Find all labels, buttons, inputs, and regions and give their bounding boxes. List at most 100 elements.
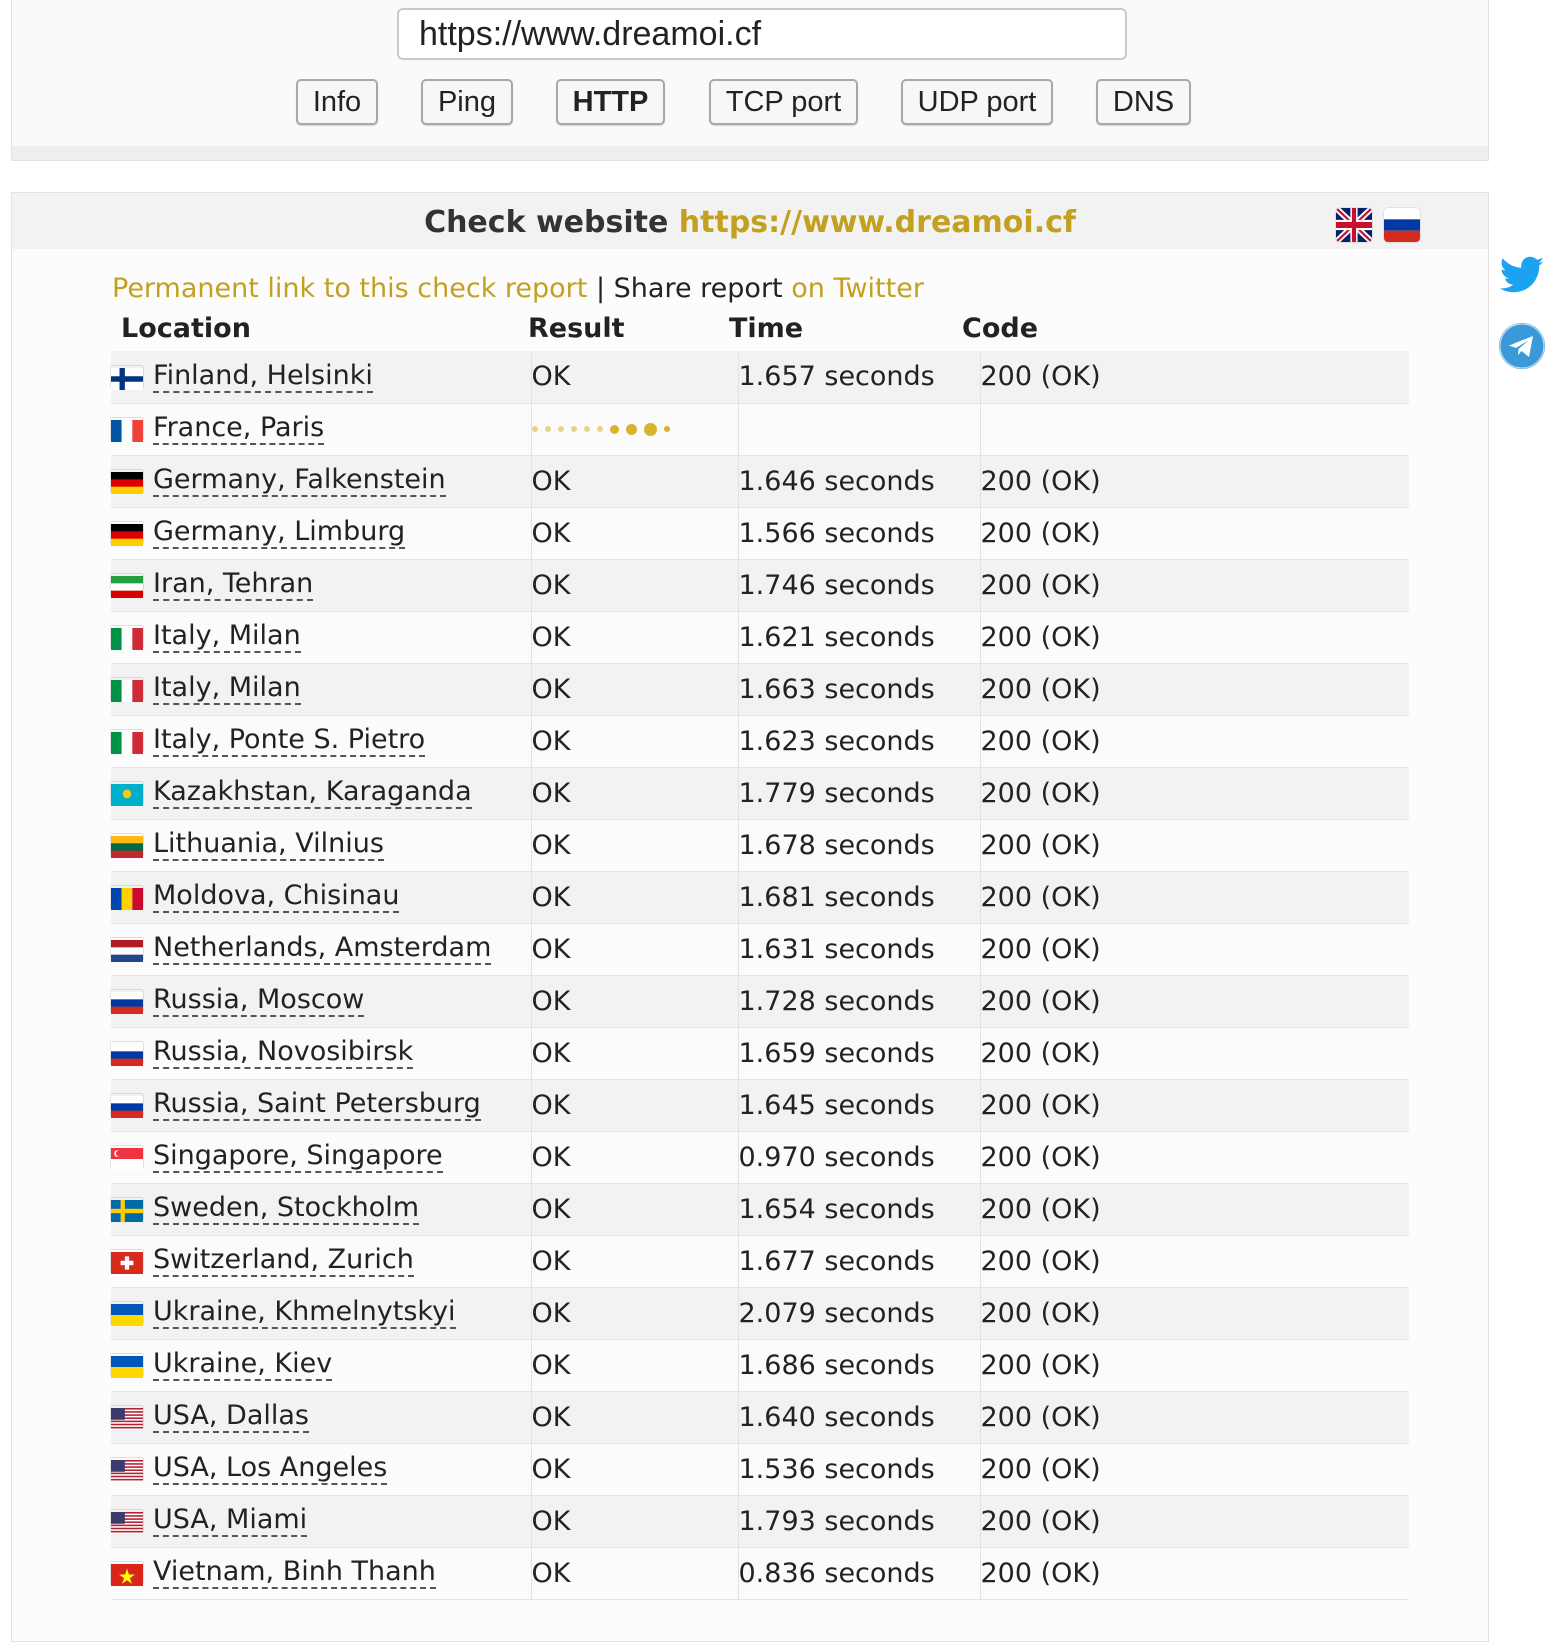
us-flag-icon [111, 1458, 143, 1482]
twitter-icon[interactable] [1498, 252, 1546, 300]
location-link[interactable]: Ukraine, Kiev [153, 1349, 333, 1381]
loading-dot [625, 423, 637, 435]
result-cell: OK [530, 351, 738, 404]
http-button[interactable]: HTTP [556, 79, 665, 125]
location-link[interactable]: Sweden, Stockholm [153, 1193, 420, 1225]
table-row: Lithuania, Vilnius OK 1.678 seconds 200 … [111, 819, 1409, 872]
location-link[interactable]: Iran, Tehran [153, 569, 314, 601]
location-link[interactable]: Italy, Milan [153, 621, 301, 653]
code-cell: 200 (OK) [979, 819, 1409, 872]
code-cell: 200 (OK) [979, 351, 1409, 404]
result-cell: OK [530, 1391, 738, 1444]
loading-dot [544, 426, 551, 432]
result-cell: OK [530, 663, 738, 716]
result-cell: OK [530, 715, 738, 768]
table-row: Kazakhstan, Karaganda OK 1.779 seconds 2… [111, 767, 1409, 820]
se-flag-icon [111, 1198, 143, 1222]
location-link[interactable]: Germany, Limburg [153, 517, 406, 549]
code-cell: 200 (OK) [979, 1495, 1409, 1548]
location-link[interactable]: USA, Dallas [153, 1401, 309, 1433]
table-row: Ukraine, Kiev OK 1.686 seconds 200 (OK) [111, 1339, 1409, 1392]
udp-port-button[interactable]: UDP port [901, 79, 1053, 125]
location-link[interactable]: USA, Los Angeles [153, 1453, 388, 1485]
table-row: Sweden, Stockholm OK 1.654 seconds 200 (… [111, 1183, 1409, 1236]
location-cell: Singapore, Singapore [111, 1131, 531, 1184]
time-cell [737, 403, 980, 456]
time-cell: 1.677 seconds [737, 1235, 980, 1288]
location-link[interactable]: Kazakhstan, Karaganda [153, 777, 472, 809]
code-cell [979, 403, 1409, 456]
code-cell: 200 (OK) [979, 1079, 1409, 1132]
table-row: USA, Dallas OK 1.640 seconds 200 (OK) [111, 1391, 1409, 1444]
time-cell: 1.623 seconds [737, 715, 980, 768]
location-link[interactable]: Netherlands, Amsterdam [153, 933, 492, 965]
ping-button[interactable]: Ping [421, 79, 513, 125]
dns-button[interactable]: DNS [1096, 79, 1191, 125]
code-cell: 200 (OK) [979, 923, 1409, 976]
time-cell: 1.678 seconds [737, 819, 980, 872]
location-link[interactable]: Switzerland, Zurich [153, 1245, 414, 1277]
location-link[interactable]: Lithuania, Vilnius [153, 829, 384, 861]
time-cell: 1.566 seconds [737, 507, 980, 560]
url-input[interactable] [397, 8, 1127, 60]
table-row: Ukraine, Khmelnytskyi OK 2.079 seconds 2… [111, 1287, 1409, 1340]
location-link[interactable]: Singapore, Singapore [153, 1141, 443, 1173]
location-cell: Moldova, Chisinau [111, 871, 531, 924]
result-cell: OK [530, 819, 738, 872]
uk-flag-icon[interactable] [1336, 208, 1372, 242]
location-link[interactable]: Russia, Moscow [153, 985, 365, 1017]
table-row: Germany, Falkenstein OK 1.646 seconds 20… [111, 455, 1409, 508]
time-cell: 1.621 seconds [737, 611, 980, 664]
table-row: Italy, Milan OK 1.621 seconds 200 (OK) [111, 611, 1409, 664]
permanent-link[interactable]: Permanent link to this check report [112, 273, 587, 304]
tool-panel: Info Ping HTTP TCP port UDP port DNS [11, 0, 1489, 161]
location-link[interactable]: Vietnam, Binh Thanh [153, 1557, 436, 1589]
location-cell: France, Paris [111, 403, 531, 456]
location-link[interactable]: Russia, Novosibirsk [153, 1037, 414, 1069]
location-link[interactable]: Finland, Helsinki [153, 360, 373, 393]
loading-dot [583, 426, 590, 432]
time-cell: 1.631 seconds [737, 923, 980, 976]
it-flag-icon [111, 730, 143, 754]
location-link[interactable]: Ukraine, Khmelnytskyi [153, 1297, 456, 1329]
location-link[interactable]: France, Paris [153, 413, 325, 445]
time-cell: 1.659 seconds [737, 1027, 980, 1080]
time-cell: 2.079 seconds [737, 1287, 980, 1340]
time-cell: 1.686 seconds [737, 1339, 980, 1392]
sg-flag-icon [111, 1146, 143, 1170]
time-cell: 1.646 seconds [737, 455, 980, 508]
location-link[interactable]: Russia, Saint Petersburg [153, 1089, 481, 1121]
code-cell: 200 (OK) [979, 871, 1409, 924]
russia-flag-icon[interactable] [1384, 208, 1420, 242]
location-link[interactable]: Moldova, Chisinau [153, 881, 400, 913]
table-row: Singapore, Singapore OK 0.970 seconds 20… [111, 1131, 1409, 1184]
table-row: Moldova, Chisinau OK 1.681 seconds 200 (… [111, 871, 1409, 924]
share-twitter-link[interactable]: on Twitter [791, 273, 924, 304]
location-link[interactable]: Germany, Falkenstein [153, 465, 446, 497]
location-link[interactable]: USA, Miami [153, 1505, 308, 1537]
location-cell: Ukraine, Kiev [111, 1339, 531, 1392]
code-cell: 200 (OK) [979, 975, 1409, 1028]
info-button[interactable]: Info [296, 79, 378, 125]
result-cell: OK [530, 1027, 738, 1080]
results-table: Finland, Helsinki OK 1.657 seconds 200 (… [111, 351, 1409, 1600]
time-cell: 0.836 seconds [737, 1547, 980, 1600]
column-header-location: Location [121, 313, 251, 344]
time-cell: 1.536 seconds [737, 1443, 980, 1496]
location-cell: Italy, Milan [111, 611, 531, 664]
share-report-label: Share report [613, 273, 783, 304]
loading-dot [596, 426, 603, 432]
report-header: Check website https://www.dreamoi.cf [12, 193, 1488, 249]
lt-flag-icon [111, 834, 143, 859]
telegram-icon[interactable] [1498, 322, 1546, 370]
location-cell: Russia, Saint Petersburg [111, 1079, 531, 1132]
location-link[interactable]: Italy, Ponte S. Pietro [153, 725, 426, 757]
ru-flag-icon [111, 990, 143, 1015]
table-row: Russia, Moscow OK 1.728 seconds 200 (OK) [111, 975, 1409, 1028]
tcp-port-button[interactable]: TCP port [709, 79, 858, 125]
table-row: Russia, Saint Petersburg OK 1.645 second… [111, 1079, 1409, 1132]
link-separator: | [595, 273, 606, 304]
location-link[interactable]: Italy, Milan [153, 673, 301, 705]
report-links: Permanent link to this check report | Sh… [112, 273, 924, 304]
time-cell: 1.779 seconds [737, 767, 980, 820]
